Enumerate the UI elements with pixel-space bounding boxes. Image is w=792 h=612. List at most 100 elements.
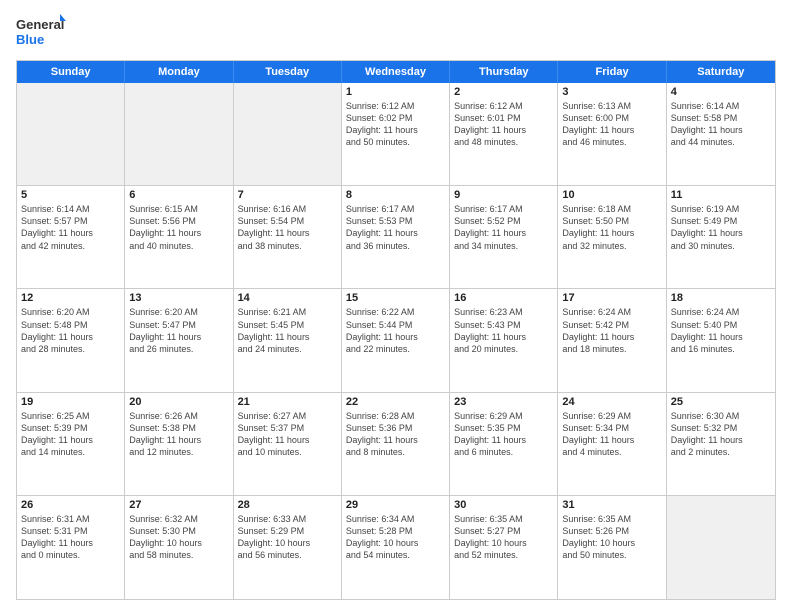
day-cell-13: 13 Sunrise: 6:20 AMSunset: 5:47 PMDayligh…	[125, 289, 233, 391]
day-number: 8	[346, 189, 445, 201]
day-info: Sunrise: 6:23 AMSunset: 5:43 PMDaylight:…	[454, 306, 553, 355]
header-day-monday: Monday	[125, 61, 233, 83]
header: General Blue	[16, 12, 776, 52]
day-info: Sunrise: 6:35 AMSunset: 5:26 PMDaylight:…	[562, 513, 661, 562]
day-info: Sunrise: 6:18 AMSunset: 5:50 PMDaylight:…	[562, 203, 661, 252]
day-number: 29	[346, 499, 445, 511]
calendar: SundayMondayTuesdayWednesdayThursdayFrid…	[16, 60, 776, 600]
day-cell-14: 14 Sunrise: 6:21 AMSunset: 5:45 PMDayligh…	[234, 289, 342, 391]
day-info: Sunrise: 6:22 AMSunset: 5:44 PMDaylight:…	[346, 306, 445, 355]
day-number: 15	[346, 292, 445, 304]
day-cell-18: 18 Sunrise: 6:24 AMSunset: 5:40 PMDayligh…	[667, 289, 775, 391]
day-number: 25	[671, 396, 771, 408]
day-info: Sunrise: 6:24 AMSunset: 5:40 PMDaylight:…	[671, 306, 771, 355]
day-info: Sunrise: 6:21 AMSunset: 5:45 PMDaylight:…	[238, 306, 337, 355]
day-info: Sunrise: 6:29 AMSunset: 5:34 PMDaylight:…	[562, 410, 661, 459]
day-info: Sunrise: 6:16 AMSunset: 5:54 PMDaylight:…	[238, 203, 337, 252]
header-day-thursday: Thursday	[450, 61, 558, 83]
day-number: 30	[454, 499, 553, 511]
calendar-body: 1 Sunrise: 6:12 AMSunset: 6:02 PMDaylight…	[17, 83, 775, 599]
week-row-4: 26 Sunrise: 6:31 AMSunset: 5:31 PMDayligh…	[17, 496, 775, 599]
day-number: 28	[238, 499, 337, 511]
day-info: Sunrise: 6:20 AMSunset: 5:47 PMDaylight:…	[129, 306, 228, 355]
day-number: 31	[562, 499, 661, 511]
day-number: 16	[454, 292, 553, 304]
empty-cell	[125, 83, 233, 185]
day-info: Sunrise: 6:29 AMSunset: 5:35 PMDaylight:…	[454, 410, 553, 459]
day-info: Sunrise: 6:19 AMSunset: 5:49 PMDaylight:…	[671, 203, 771, 252]
day-number: 21	[238, 396, 337, 408]
day-cell-10: 10Sunrise: 6:18 AMSunset: 5:50 PMDayligh…	[558, 186, 666, 288]
day-info: Sunrise: 6:33 AMSunset: 5:29 PMDaylight:…	[238, 513, 337, 562]
day-info: Sunrise: 6:17 AMSunset: 5:53 PMDaylight:…	[346, 203, 445, 252]
header-day-friday: Friday	[558, 61, 666, 83]
day-number: 6	[129, 189, 228, 201]
day-number: 18	[671, 292, 771, 304]
day-cell-4: 4 Sunrise: 6:14 AMSunset: 5:58 PMDaylight…	[667, 83, 775, 185]
day-number: 5	[21, 189, 120, 201]
header-day-tuesday: Tuesday	[234, 61, 342, 83]
day-number: 17	[562, 292, 661, 304]
day-number: 1	[346, 86, 445, 98]
day-info: Sunrise: 6:35 AMSunset: 5:27 PMDaylight:…	[454, 513, 553, 562]
day-number: 27	[129, 499, 228, 511]
svg-text:General: General	[16, 17, 64, 32]
empty-cell	[667, 496, 775, 599]
day-info: Sunrise: 6:31 AMSunset: 5:31 PMDaylight:…	[21, 513, 120, 562]
day-info: Sunrise: 6:15 AMSunset: 5:56 PMDaylight:…	[129, 203, 228, 252]
day-cell-12: 12Sunrise: 6:20 AMSunset: 5:48 PMDayligh…	[17, 289, 125, 391]
page: General Blue SundayMondayTuesdayWednesda…	[0, 0, 792, 612]
day-cell-21: 21 Sunrise: 6:27 AMSunset: 5:37 PMDayligh…	[234, 393, 342, 495]
day-number: 23	[454, 396, 553, 408]
day-info: Sunrise: 6:13 AMSunset: 6:00 PMDaylight:…	[562, 100, 661, 149]
day-number: 26	[21, 499, 120, 511]
logo-svg: General Blue	[16, 12, 66, 52]
day-number: 2	[454, 86, 553, 98]
day-info: Sunrise: 6:24 AMSunset: 5:42 PMDaylight:…	[562, 306, 661, 355]
day-cell-20: 20 Sunrise: 6:26 AMSunset: 5:38 PMDayligh…	[125, 393, 233, 495]
day-number: 14	[238, 292, 337, 304]
day-info: Sunrise: 6:32 AMSunset: 5:30 PMDaylight:…	[129, 513, 228, 562]
day-info: Sunrise: 6:26 AMSunset: 5:38 PMDaylight:…	[129, 410, 228, 459]
week-row-1: 5Sunrise: 6:14 AMSunset: 5:57 PMDaylight…	[17, 186, 775, 289]
day-cell-27: 27 Sunrise: 6:32 AMSunset: 5:30 PMDayligh…	[125, 496, 233, 599]
day-info: Sunrise: 6:28 AMSunset: 5:36 PMDaylight:…	[346, 410, 445, 459]
svg-text:Blue: Blue	[16, 32, 44, 47]
day-number: 12	[21, 292, 120, 304]
header-day-wednesday: Wednesday	[342, 61, 450, 83]
empty-cell	[234, 83, 342, 185]
week-row-0: 1 Sunrise: 6:12 AMSunset: 6:02 PMDaylight…	[17, 83, 775, 186]
day-info: Sunrise: 6:30 AMSunset: 5:32 PMDaylight:…	[671, 410, 771, 459]
day-number: 20	[129, 396, 228, 408]
day-info: Sunrise: 6:12 AMSunset: 6:02 PMDaylight:…	[346, 100, 445, 149]
day-cell-6: 6 Sunrise: 6:15 AMSunset: 5:56 PMDaylight…	[125, 186, 233, 288]
day-cell-30: 30 Sunrise: 6:35 AMSunset: 5:27 PMDayligh…	[450, 496, 558, 599]
day-cell-9: 9Sunrise: 6:17 AMSunset: 5:52 PMDaylight…	[450, 186, 558, 288]
day-number: 13	[129, 292, 228, 304]
logo: General Blue	[16, 12, 66, 52]
day-cell-1: 1 Sunrise: 6:12 AMSunset: 6:02 PMDaylight…	[342, 83, 450, 185]
day-cell-3: 3 Sunrise: 6:13 AMSunset: 6:00 PMDaylight…	[558, 83, 666, 185]
day-cell-19: 19 Sunrise: 6:25 AMSunset: 5:39 PMDayligh…	[17, 393, 125, 495]
day-number: 22	[346, 396, 445, 408]
day-number: 19	[21, 396, 120, 408]
day-info: Sunrise: 6:25 AMSunset: 5:39 PMDaylight:…	[21, 410, 120, 459]
day-info: Sunrise: 6:27 AMSunset: 5:37 PMDaylight:…	[238, 410, 337, 459]
day-number: 11	[671, 189, 771, 201]
day-info: Sunrise: 6:17 AMSunset: 5:52 PMDaylight:…	[454, 203, 553, 252]
day-number: 3	[562, 86, 661, 98]
day-cell-24: 24Sunrise: 6:29 AMSunset: 5:34 PMDayligh…	[558, 393, 666, 495]
header-day-sunday: Sunday	[17, 61, 125, 83]
day-cell-17: 17 Sunrise: 6:24 AMSunset: 5:42 PMDayligh…	[558, 289, 666, 391]
day-number: 4	[671, 86, 771, 98]
day-cell-22: 22 Sunrise: 6:28 AMSunset: 5:36 PMDayligh…	[342, 393, 450, 495]
day-cell-15: 15 Sunrise: 6:22 AMSunset: 5:44 PMDayligh…	[342, 289, 450, 391]
week-row-2: 12Sunrise: 6:20 AMSunset: 5:48 PMDayligh…	[17, 289, 775, 392]
day-cell-2: 2 Sunrise: 6:12 AMSunset: 6:01 PMDaylight…	[450, 83, 558, 185]
day-info: Sunrise: 6:14 AMSunset: 5:58 PMDaylight:…	[671, 100, 771, 149]
day-info: Sunrise: 6:12 AMSunset: 6:01 PMDaylight:…	[454, 100, 553, 149]
header-day-saturday: Saturday	[667, 61, 775, 83]
day-info: Sunrise: 6:34 AMSunset: 5:28 PMDaylight:…	[346, 513, 445, 562]
empty-cell	[17, 83, 125, 185]
day-cell-26: 26 Sunrise: 6:31 AMSunset: 5:31 PMDayligh…	[17, 496, 125, 599]
